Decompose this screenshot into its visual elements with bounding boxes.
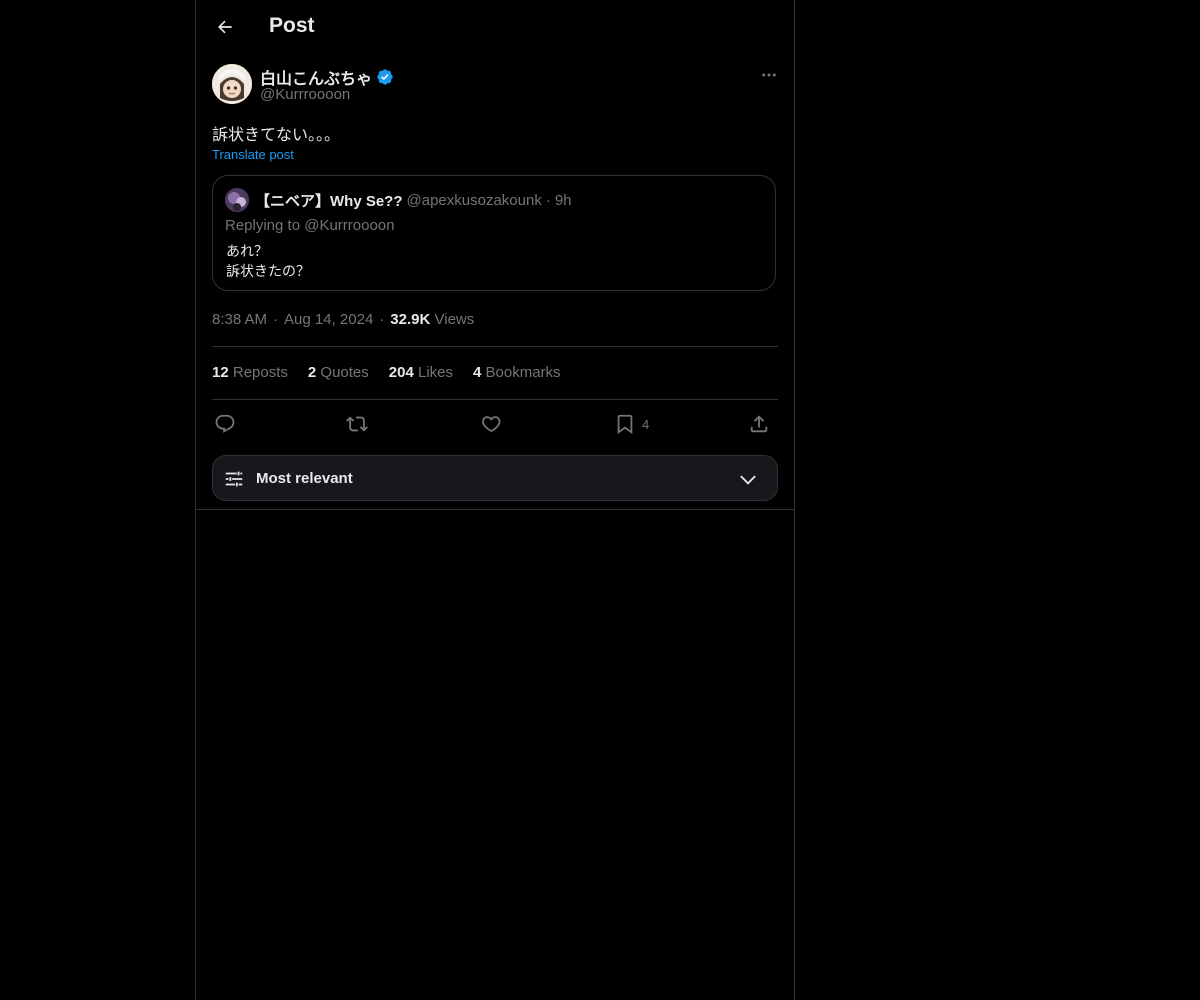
share-icon [750, 415, 768, 433]
page-title: Post [269, 14, 315, 37]
post-text: 訴状きてない。。。 [212, 127, 341, 144]
likes-label: Likes [417, 364, 454, 381]
divider [212, 346, 778, 347]
share-button[interactable] [748, 409, 770, 439]
reposts-label: Reposts [232, 364, 288, 381]
chevron-down-icon [740, 475, 756, 485]
quote-header: 【ニベア】Why Se?? @apexkusozakounk · 9h [255, 190, 572, 211]
main-column: Post 白山こんぶちゃ @Kurrroooon 訴状きてない。。。 Trans… [195, 0, 795, 1000]
meta-separator: · [273, 311, 279, 328]
avatar-image [212, 64, 252, 104]
views-count: 32.9K [390, 311, 431, 328]
quote-author-handle: @apexkusozakounk [406, 192, 542, 209]
like-button[interactable] [480, 409, 502, 439]
quote-text-line-2: 訴状きたの？ [226, 263, 310, 279]
bookmarks-label: Bookmarks [485, 364, 561, 381]
back-arrow-icon [218, 20, 232, 34]
quote-author-name: 【ニベア】Why Se?? [255, 193, 403, 210]
author-handle[interactable]: @Kurrroooon [260, 86, 350, 103]
translate-post-link[interactable]: Translate post [212, 147, 294, 162]
stat-bookmarks[interactable]: 4 Bookmarks [473, 364, 561, 381]
bookmark-icon [617, 414, 633, 435]
quote-time: 9h [554, 192, 572, 209]
quotes-label: Quotes [320, 364, 369, 381]
action-bar: 4 [212, 409, 778, 439]
divider [212, 399, 778, 400]
post-stats: 12 Reposts 2 Quotes 204 Likes 4 Bookmark… [212, 364, 561, 381]
back-button[interactable] [212, 14, 238, 40]
reply-sort-dropdown[interactable]: Most relevant [212, 455, 778, 501]
author-avatar[interactable] [212, 64, 252, 104]
quote-separator: · [545, 192, 551, 209]
post-date[interactable]: Aug 14, 2024 [284, 311, 373, 328]
top-bar: Post [196, 0, 794, 53]
stat-likes[interactable]: 204 Likes [389, 364, 453, 381]
like-icon [482, 416, 501, 432]
stat-quotes[interactable]: 2 Quotes [308, 364, 369, 381]
bookmark-button[interactable]: 4 [614, 409, 649, 439]
reply-button[interactable] [214, 409, 236, 439]
quote-replying-to: Replying to @Kurrroooon [225, 217, 395, 234]
repost-button[interactable] [346, 409, 368, 439]
reposts-count: 12 [212, 364, 229, 381]
repost-icon [346, 416, 368, 432]
verified-badge-icon[interactable] [376, 68, 394, 86]
post-views[interactable]: 32.9K Views [390, 311, 474, 328]
meta-separator: · [379, 311, 385, 328]
more-button[interactable] [758, 64, 780, 86]
quoted-post[interactable]: 【ニベア】Why Se?? @apexkusozakounk · 9h Repl… [212, 175, 776, 291]
quote-avatar-image [225, 188, 249, 212]
views-label: Views [434, 311, 475, 328]
sort-sliders-icon [225, 471, 243, 487]
more-icon [762, 73, 776, 77]
quote-text-line-1: あれ？ [226, 243, 268, 259]
bookmarks-count: 4 [473, 364, 482, 381]
likes-count: 204 [388, 364, 414, 381]
stat-reposts[interactable]: 12 Reposts [212, 364, 288, 381]
post-time[interactable]: 8:38 AM [212, 311, 267, 328]
post-meta: 8:38 AM · Aug 14, 2024 · 32.9K Views [212, 311, 474, 328]
quotes-count: 2 [307, 364, 317, 381]
bookmark-count: 4 [642, 416, 650, 432]
sort-label: Most relevant [256, 470, 353, 487]
reply-icon [215, 414, 235, 433]
section-divider [196, 509, 794, 510]
quote-avatar[interactable] [225, 188, 249, 212]
